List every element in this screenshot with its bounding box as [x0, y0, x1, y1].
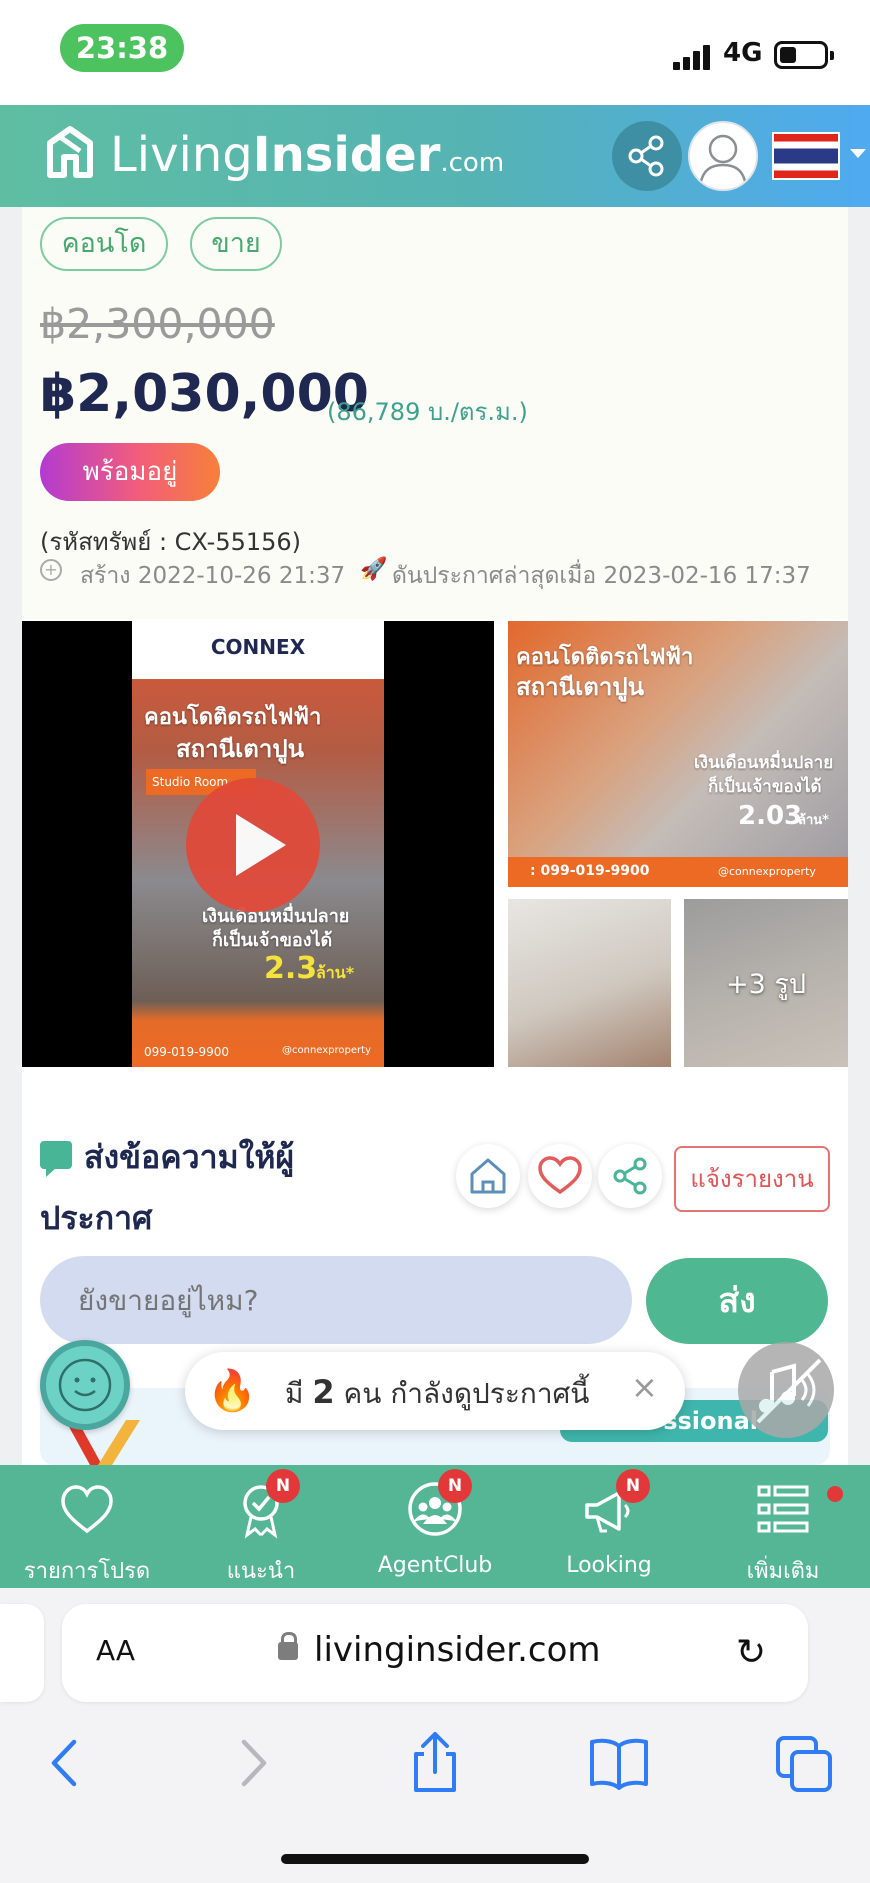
ready-badge: พร้อมอยู่	[40, 443, 220, 501]
chat-icon	[40, 1141, 72, 1177]
price-per-sqm: (86,789 บ./ตร.ม.)	[327, 398, 528, 426]
video-handle: @connexproperty	[282, 1045, 371, 1056]
network-type: 4G	[723, 38, 763, 68]
nav-label: รายการโปรด	[23, 1559, 151, 1584]
nav-label: แนะนำ	[226, 1559, 296, 1584]
image-tagline-1: เงินเดือนหมื่นปลาย	[694, 753, 834, 773]
site-header: LivingInsider.com	[0, 105, 870, 207]
tag-condo[interactable]: คอนโด	[40, 217, 168, 271]
previous-tab-stub[interactable]	[0, 1604, 44, 1702]
image-price-unit: ล้าน*	[798, 813, 829, 828]
user-icon	[698, 134, 748, 188]
signal-icon	[673, 44, 713, 70]
home-indicator	[281, 1854, 589, 1864]
tabs-icon[interactable]	[770, 1728, 840, 1798]
status-time: 23:38	[60, 24, 184, 72]
logo-house-icon	[47, 126, 93, 178]
heart-icon	[61, 1485, 113, 1534]
notification-dot	[827, 1486, 843, 1502]
mute-button[interactable]	[738, 1342, 834, 1438]
fire-icon: 🔥	[207, 1368, 257, 1414]
share-button[interactable]	[598, 1144, 662, 1208]
home-button[interactable]	[456, 1144, 520, 1208]
share-icon	[613, 1157, 647, 1195]
send-button[interactable]: ส่ง	[646, 1258, 828, 1344]
viewers-toast: 🔥 มี 2 คน กำลังดูประกาศนี้ ×	[185, 1352, 685, 1430]
favorite-button[interactable]	[528, 1144, 592, 1208]
nav-agentclub[interactable]: N AgentClub	[348, 1465, 522, 1588]
thai-flag-icon[interactable]	[772, 132, 840, 180]
nav-looking[interactable]: N Looking	[522, 1465, 696, 1588]
bottom-nav: รายการโปรด N แนะนำ N AgentClub N Looking	[0, 1465, 870, 1588]
video-tagline-2: ก็เป็นเจ้าของได้	[212, 930, 333, 951]
new-badge: N	[616, 1469, 650, 1503]
nav-more[interactable]: เพิ่มเติม	[696, 1465, 870, 1588]
share-sheet-icon[interactable]	[400, 1728, 470, 1798]
list-icon	[757, 1485, 809, 1533]
play-button-icon[interactable]	[186, 778, 320, 912]
image-price: 2.03	[738, 801, 803, 831]
lock-icon	[278, 1632, 298, 1660]
video-price: 2.3	[264, 951, 318, 986]
old-price: ฿2,300,000	[40, 300, 275, 348]
gallery-image-bedroom[interactable]	[508, 899, 671, 1067]
chevron-down-icon[interactable]	[850, 149, 866, 158]
battery-icon	[774, 41, 834, 69]
report-button[interactable]: แจ้งรายงาน	[674, 1146, 830, 1212]
reload-icon[interactable]: ↻	[736, 1632, 766, 1673]
nav-recommended[interactable]: N แนะนำ	[174, 1465, 348, 1588]
nav-label: Looking	[566, 1553, 652, 1578]
forward-icon[interactable]	[218, 1728, 288, 1798]
tag-sale[interactable]: ขาย	[190, 217, 282, 271]
plus-circle-icon: +	[40, 559, 62, 581]
nav-label: เพิ่มเติม	[746, 1559, 820, 1584]
image-handle: @connexproperty	[718, 865, 816, 878]
video-price-unit: ล้าน*	[316, 963, 355, 982]
gallery-image-main[interactable]: คอนโดติดรถไฟฟ้า สถานีเตาปูน เงินเดือนหมื…	[508, 621, 848, 887]
header-share-button[interactable]	[612, 121, 682, 191]
image-tagline-2: ก็เป็นเจ้าของได้	[708, 777, 822, 797]
image-headline-2: สถานีเตาปูน	[516, 673, 644, 701]
share-icon	[628, 135, 664, 177]
new-badge: N	[266, 1469, 300, 1503]
created-date: สร้าง 2022-10-26 21:37	[80, 563, 346, 589]
nav-favorites[interactable]: รายการโปรด	[0, 1465, 174, 1588]
back-icon[interactable]	[30, 1728, 100, 1798]
site-logo[interactable]: LivingInsider.com	[110, 127, 504, 191]
rocket-icon: 🚀	[360, 557, 388, 582]
nav-label: AgentClub	[377, 1553, 493, 1578]
bookmarks-icon[interactable]	[584, 1728, 654, 1798]
bumped-date: ดันประกาศล่าสุดเมื่อ 2023-02-16 17:37	[392, 563, 811, 589]
new-badge: N	[438, 1469, 472, 1503]
video-phone: 099-019-9900	[144, 1045, 230, 1059]
message-input[interactable]	[40, 1256, 632, 1344]
close-icon[interactable]: ×	[631, 1368, 658, 1406]
sound-off-icon	[756, 1358, 822, 1424]
user-avatar[interactable]	[688, 121, 758, 191]
asset-code: (รหัสทรัพย์ : CX-55156)	[40, 528, 302, 556]
image-phone: : 099-019-9900	[530, 863, 650, 879]
message-title-line2: ประกาศ	[40, 1199, 153, 1237]
more-photos-label[interactable]: +3 รูป	[684, 962, 848, 1005]
smiley-icon	[58, 1358, 112, 1412]
chat-bot-button[interactable]	[40, 1340, 130, 1430]
message-title: ส่งข้อความให้ผู้	[84, 1138, 295, 1176]
reader-settings-button[interactable]: AA	[96, 1634, 135, 1667]
url-text[interactable]: livinginsider.com	[314, 1630, 601, 1670]
video-brand: CONNEX	[210, 635, 306, 659]
heart-icon	[538, 1156, 582, 1195]
home-icon	[470, 1158, 506, 1194]
viewers-text: มี 2 คน กำลังดูประกาศนี้	[285, 1373, 590, 1411]
video-headline-2: สถานีเตาปูน	[176, 735, 304, 763]
price: ฿2,030,000	[40, 364, 369, 424]
